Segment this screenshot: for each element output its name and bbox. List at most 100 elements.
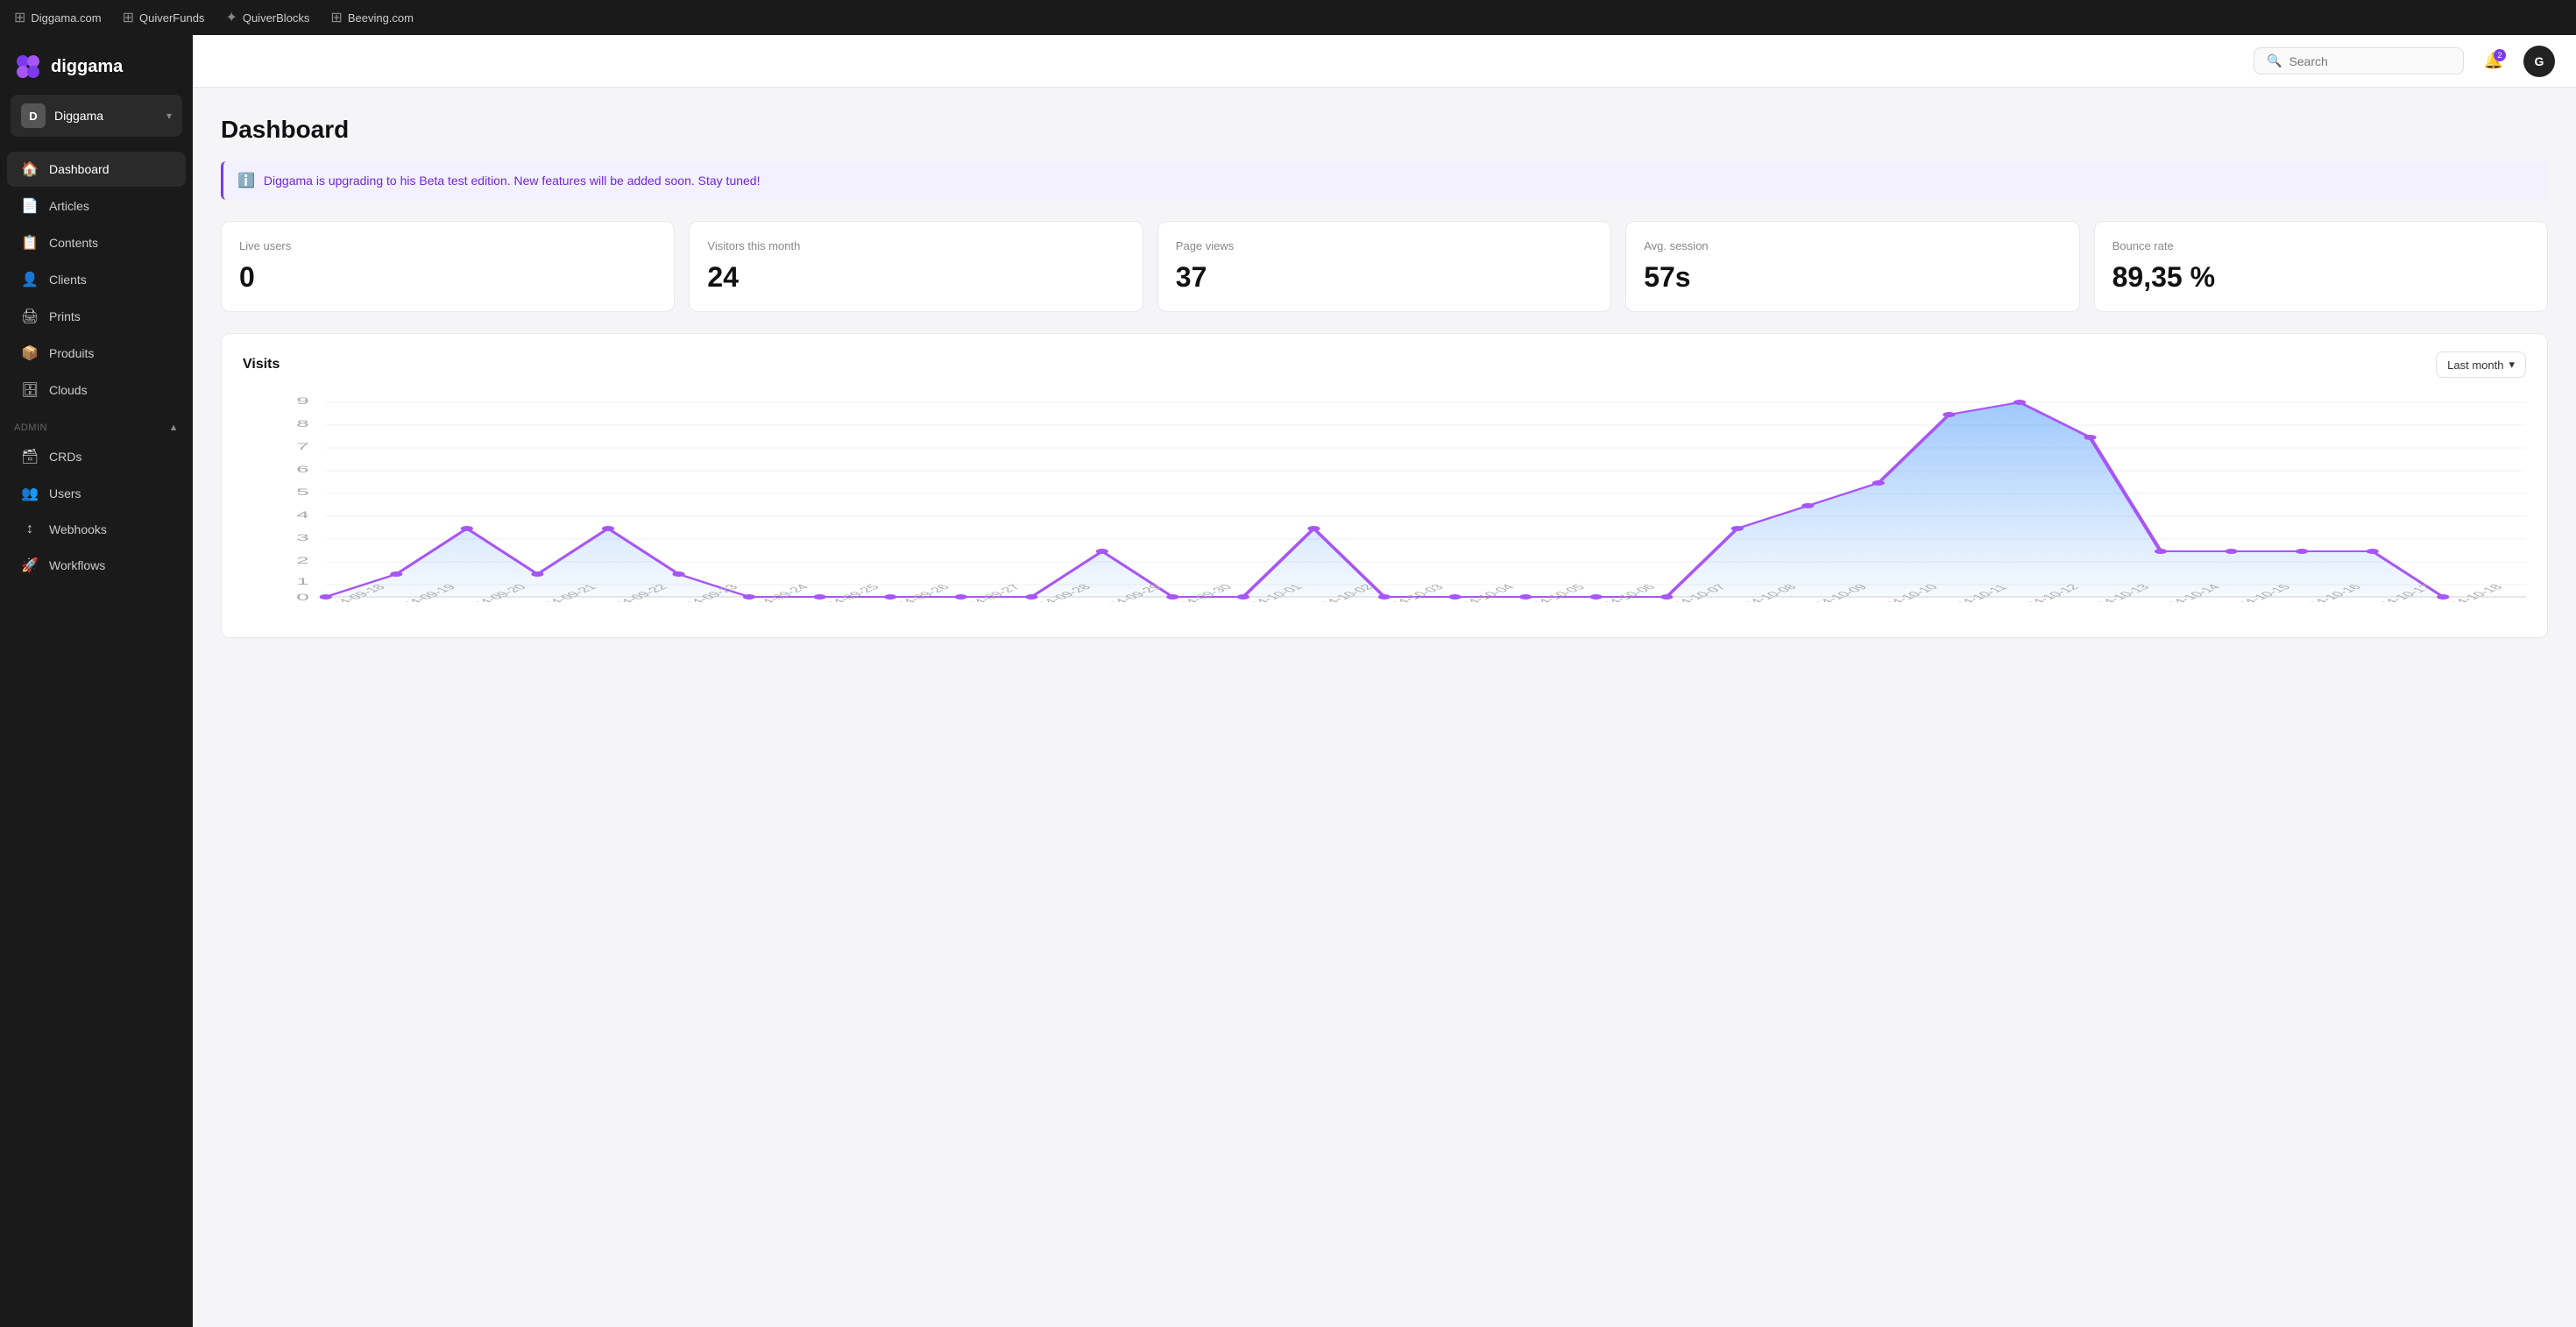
sidebar-item-workflows[interactable]: 🚀 Workflows bbox=[7, 548, 186, 583]
period-select[interactable]: Last month ▾ bbox=[2436, 351, 2526, 378]
sidebar-label-crds: CRDs bbox=[49, 450, 81, 464]
clouds-icon: 🗄 bbox=[21, 381, 39, 399]
alert-banner: ℹ️ Diggama is upgrading to his Beta test… bbox=[221, 161, 2548, 200]
prints-icon: 🖨 bbox=[21, 308, 39, 325]
page-title: Dashboard bbox=[221, 116, 2548, 144]
stat-value-live-users: 0 bbox=[239, 261, 656, 294]
webhooks-icon: ↕ bbox=[21, 522, 39, 537]
admin-section-label: Admin bbox=[14, 422, 47, 433]
svg-text:3: 3 bbox=[296, 533, 308, 543]
sidebar-item-crds[interactable]: 🗃 CRDs bbox=[7, 439, 186, 474]
topbar-icon-quiverfunds: ⊞ bbox=[123, 9, 134, 26]
stat-label-avgsession: Avg. session bbox=[1644, 239, 2061, 252]
sidebar-label-webhooks: Webhooks bbox=[49, 522, 107, 536]
stat-value-avgsession: 57s bbox=[1644, 261, 2061, 294]
sidebar-label-dashboard: Dashboard bbox=[49, 162, 110, 176]
chart-header: Visits Last month ▾ bbox=[243, 351, 2526, 378]
avatar[interactable]: G bbox=[2523, 46, 2555, 77]
sidebar-item-articles[interactable]: 📄 Articles bbox=[7, 188, 186, 224]
content-area: 🔍 🔔 2 G Dashboard ℹ️ Diggama is upgradin… bbox=[193, 35, 2576, 1327]
stat-value-pageviews: 37 bbox=[1176, 261, 1593, 294]
sidebar-item-produits[interactable]: 📦 Produits bbox=[7, 336, 186, 371]
workflows-icon: 🚀 bbox=[21, 557, 39, 574]
topbar-item-diggama[interactable]: ⊞ Diggama.com bbox=[14, 9, 102, 26]
clients-icon: 👤 bbox=[21, 271, 39, 288]
sidebar-item-dashboard[interactable]: 🏠 Dashboard bbox=[7, 152, 186, 187]
sidebar-item-clients[interactable]: 👤 Clients bbox=[7, 262, 186, 297]
svg-text:7: 7 bbox=[296, 442, 308, 452]
stat-card-bouncerate: Bounce rate 89,35 % bbox=[2094, 221, 2548, 312]
stat-card-pageviews: Page views 37 bbox=[1157, 221, 1611, 312]
svg-text:5: 5 bbox=[296, 487, 308, 498]
stats-grid: Live users 0 Visitors this month 24 Page… bbox=[221, 221, 2548, 312]
search-input[interactable] bbox=[2289, 54, 2451, 68]
notification-badge: 2 bbox=[2494, 49, 2506, 61]
stat-card-live-users: Live users 0 bbox=[221, 221, 675, 312]
svg-text:0: 0 bbox=[296, 593, 308, 602]
svg-text:9: 9 bbox=[296, 396, 308, 407]
contents-icon: 📋 bbox=[21, 234, 39, 252]
topbar-item-quiverblocks[interactable]: ✦ QuiverBlocks bbox=[225, 9, 309, 26]
svg-text:6: 6 bbox=[296, 465, 308, 475]
sidebar-label-clouds: Clouds bbox=[49, 383, 88, 397]
sidebar-label-workflows: Workflows bbox=[49, 558, 105, 572]
sidebar-item-contents[interactable]: 📋 Contents bbox=[7, 225, 186, 260]
topbar-item-beeving[interactable]: ⊞ Beeving.com bbox=[330, 9, 414, 26]
sidebar-label-produits: Produits bbox=[49, 346, 94, 360]
articles-icon: 📄 bbox=[21, 197, 39, 215]
sidebar-label-articles: Articles bbox=[49, 199, 89, 213]
diggama-logo-icon bbox=[14, 53, 42, 81]
topbar-icon-quiverblocks: ✦ bbox=[225, 9, 237, 26]
stat-label-visitors: Visitors this month bbox=[707, 239, 1124, 252]
topbar-icon-diggama: ⊞ bbox=[14, 9, 25, 26]
svg-text:8: 8 bbox=[296, 419, 308, 429]
alert-message: Diggama is upgrading to his Beta test ed… bbox=[264, 174, 761, 188]
produits-icon: 📦 bbox=[21, 344, 39, 362]
visits-chart: 9 8 7 6 5 4 3 2 1 0 bbox=[243, 392, 2526, 602]
sidebar-item-clouds[interactable]: 🗄 Clouds bbox=[7, 373, 186, 408]
workspace-selector[interactable]: D Diggama ▾ bbox=[11, 95, 182, 137]
admin-section: Admin ▲ bbox=[0, 408, 193, 438]
sidebar-logo: diggama bbox=[0, 35, 193, 95]
svg-text:2: 2 bbox=[296, 556, 308, 566]
topbar-item-quiverfunds[interactable]: ⊞ QuiverFunds bbox=[123, 9, 205, 26]
page-content: Dashboard ℹ️ Diggama is upgrading to his… bbox=[193, 88, 2576, 1327]
topbar: ⊞ Diggama.com ⊞ QuiverFunds ✦ QuiverBloc… bbox=[0, 0, 2576, 35]
header: 🔍 🔔 2 G bbox=[193, 35, 2576, 88]
search-box[interactable]: 🔍 bbox=[2254, 47, 2464, 75]
notification-bell[interactable]: 🔔 2 bbox=[2478, 46, 2509, 77]
sidebar: diggama D Diggama ▾ 🏠 Dashboard 📄 Articl… bbox=[0, 35, 193, 1327]
workspace-avatar: D bbox=[21, 103, 46, 128]
users-icon: 👥 bbox=[21, 485, 39, 502]
topbar-icon-beeving: ⊞ bbox=[330, 9, 342, 26]
chart-container: 9 8 7 6 5 4 3 2 1 0 bbox=[243, 392, 2526, 620]
stat-value-visitors: 24 bbox=[707, 261, 1124, 294]
logo-text: diggama bbox=[51, 57, 123, 77]
sidebar-item-webhooks[interactable]: ↕ Webhooks bbox=[7, 513, 186, 546]
stat-card-avgsession: Avg. session 57s bbox=[1625, 221, 2079, 312]
chart-section: Visits Last month ▾ bbox=[221, 333, 2548, 638]
stat-label-live-users: Live users bbox=[239, 239, 656, 252]
sidebar-label-contents: Contents bbox=[49, 236, 98, 250]
main-layout: diggama D Diggama ▾ 🏠 Dashboard 📄 Articl… bbox=[0, 35, 2576, 1327]
sidebar-label-users: Users bbox=[49, 486, 81, 500]
period-label: Last month bbox=[2447, 358, 2503, 372]
info-icon: ℹ️ bbox=[237, 172, 255, 189]
chart-title: Visits bbox=[243, 357, 280, 373]
admin-collapse-icon[interactable]: ▲ bbox=[169, 422, 179, 433]
sidebar-item-prints[interactable]: 🖨 Prints bbox=[7, 299, 186, 334]
stat-label-bouncerate: Bounce rate bbox=[2112, 239, 2530, 252]
stat-label-pageviews: Page views bbox=[1176, 239, 1593, 252]
workspace-name: Diggama bbox=[54, 109, 158, 123]
stat-value-bouncerate: 89,35 % bbox=[2112, 261, 2530, 294]
svg-text:4: 4 bbox=[296, 510, 308, 521]
chevron-down-icon: ▾ bbox=[166, 110, 172, 122]
sidebar-label-prints: Prints bbox=[49, 309, 81, 323]
sidebar-item-users[interactable]: 👥 Users bbox=[7, 476, 186, 511]
search-icon: 🔍 bbox=[2267, 53, 2282, 68]
chevron-down-icon: ▾ bbox=[2509, 358, 2515, 372]
sidebar-label-clients: Clients bbox=[49, 273, 87, 287]
crds-icon: 🗃 bbox=[21, 448, 39, 465]
svg-text:1: 1 bbox=[296, 577, 308, 587]
home-icon: 🏠 bbox=[21, 160, 39, 178]
